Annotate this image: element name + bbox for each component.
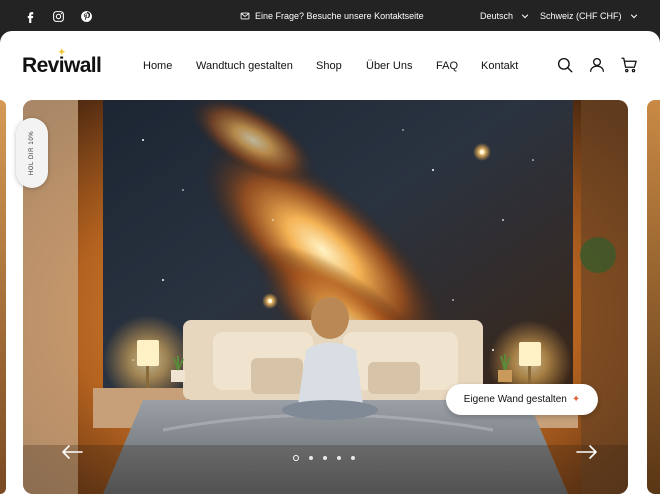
cart-icon[interactable] — [620, 56, 638, 74]
cta-label: Eigene Wand gestalten — [463, 394, 567, 405]
nav-ueber-uns[interactable]: Über Uns — [366, 31, 412, 100]
next-slide-peek[interactable] — [647, 100, 660, 494]
slide-dot-5[interactable] — [351, 456, 355, 460]
chevron-down-icon — [630, 13, 637, 18]
account-icon[interactable] — [588, 56, 606, 74]
nav-wandtuch-gestalten[interactable]: Wandtuch gestalten — [196, 31, 293, 100]
site-header: Reviwall ✦ Home Wandtuch gestalten Shop … — [0, 31, 660, 100]
language-label: Deutsch — [480, 10, 514, 21]
mail-icon — [240, 12, 250, 19]
instagram-icon[interactable] — [50, 8, 66, 24]
slide-prev-arrow-icon[interactable] — [61, 444, 83, 460]
facebook-icon[interactable] — [22, 8, 38, 24]
announcement-text: Eine Frage? Besuche unsere Kontaktseite — [255, 10, 424, 21]
slide-next-arrow-icon[interactable] — [576, 444, 598, 460]
design-wall-button[interactable]: Eigene Wand gestalten ✦ — [446, 384, 598, 415]
previous-slide-peek[interactable] — [0, 100, 6, 494]
logo[interactable]: Reviwall ✦ — [22, 47, 102, 78]
country-label: Schweiz (CHF CHF) — [540, 10, 622, 21]
nav-faq[interactable]: FAQ — [436, 31, 458, 100]
nav-kontakt[interactable]: Kontakt — [481, 31, 518, 100]
magic-wand-icon: ✦ — [571, 394, 581, 405]
announcement[interactable]: Eine Frage? Besuche unsere Kontaktseite — [240, 0, 424, 31]
language-selector[interactable]: Deutsch — [480, 0, 529, 31]
nav-shop[interactable]: Shop — [316, 31, 342, 100]
hero-slide-image — [23, 100, 628, 494]
slide-dot-3[interactable] — [323, 456, 327, 460]
slide-pagination — [293, 455, 355, 461]
logo-star-icon: ✦ — [58, 47, 66, 57]
slide-dot-1[interactable] — [293, 455, 299, 461]
chevron-down-icon — [521, 13, 529, 18]
discount-tab-label: HOL DIR 10% — [29, 130, 36, 176]
country-selector[interactable]: Schweiz (CHF CHF) — [540, 0, 638, 31]
announcement-bar: Eine Frage? Besuche unsere Kontaktseite … — [0, 0, 660, 31]
slide-dot-4[interactable] — [337, 456, 341, 460]
search-icon[interactable] — [556, 56, 574, 74]
slide-dot-2[interactable] — [309, 456, 313, 460]
pinterest-icon[interactable] — [78, 8, 94, 24]
discount-side-tab[interactable]: HOL DIR 10% — [16, 118, 48, 188]
nav-home[interactable]: Home — [143, 31, 172, 100]
